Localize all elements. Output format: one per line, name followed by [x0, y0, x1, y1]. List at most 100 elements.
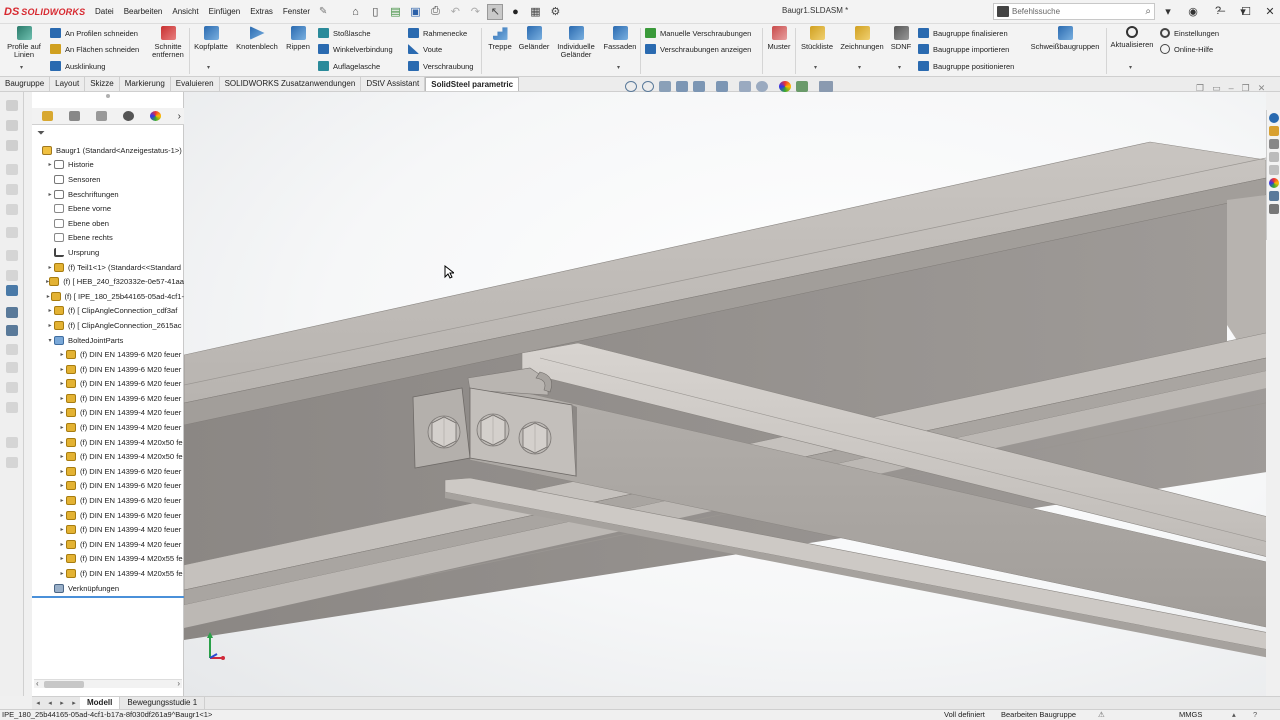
horizontal-scrollbar[interactable]: ‹ › [34, 679, 182, 688]
dynamic-annotation-icon[interactable] [693, 81, 705, 92]
tool-icon[interactable] [6, 382, 18, 393]
tool-icon[interactable] [6, 437, 18, 448]
print-icon[interactable]: ⎙ [427, 4, 443, 20]
view-palette-icon[interactable] [1269, 152, 1279, 162]
feature-manager-tab[interactable] [35, 109, 59, 124]
panel-grip[interactable] [106, 94, 110, 98]
weld-assemblies-button[interactable]: Schweißbaugruppen [1026, 26, 1104, 51]
appearances-icon[interactable] [1269, 165, 1279, 175]
angle-connection-button[interactable]: Winkelverbindung [318, 44, 393, 54]
help-circle-icon[interactable]: ? [1253, 710, 1257, 720]
scroll-left-icon[interactable]: ‹ [36, 679, 39, 688]
tree-item[interactable]: Ebene oben [32, 216, 184, 231]
tool-icon[interactable] [6, 285, 18, 296]
tree-item[interactable]: ▸ (f) [ ClipAngleConnection_2615ac [32, 318, 184, 333]
command-search[interactable]: Befehlssuche ⌕ [993, 3, 1155, 20]
tool-icon[interactable] [6, 307, 18, 318]
tree-item[interactable]: ▸ (f) DIN EN 14399-6 M20 feuer [32, 479, 184, 494]
remove-cuts-button[interactable]: Schnitte entfernen [148, 26, 188, 59]
tool-icon[interactable] [6, 204, 18, 215]
bolt-head[interactable] [427, 415, 461, 449]
tab-dstv-assistant[interactable]: DStV Assistant [361, 77, 426, 91]
expand-right-icon[interactable]: ▸ [58, 497, 66, 504]
scroll-thumb[interactable] [44, 681, 84, 688]
menu-tools[interactable]: Extras [245, 7, 278, 16]
tool-icon[interactable] [6, 184, 18, 195]
hide-show-items-icon[interactable] [756, 81, 768, 92]
tool-icon[interactable] [6, 325, 18, 336]
chevron-down-icon[interactable]: ▾ [898, 64, 901, 71]
parts-list-button[interactable]: Stückliste [798, 26, 836, 51]
view-settings-icon[interactable] [819, 81, 833, 92]
expand-right-icon[interactable]: ▸ [58, 526, 66, 533]
zoom-to-fit-icon[interactable] [625, 81, 637, 92]
bracing-button[interactable]: Verschraubung [408, 61, 473, 71]
minimize-icon[interactable]: – [1214, 2, 1230, 20]
section-view-icon[interactable] [676, 81, 688, 92]
expand-right-icon[interactable]: ▸ [58, 453, 66, 460]
railing-button[interactable]: Geländer [516, 26, 552, 51]
individual-railing-button[interactable]: Individuelle Geländer [553, 26, 599, 59]
tab-evaluate[interactable]: Evaluieren [171, 77, 220, 91]
status-units[interactable]: MMGS [1179, 710, 1202, 720]
tree-item[interactable]: Ebene vorne [32, 201, 184, 216]
online-help-button[interactable]: Online-Hilfe [1160, 44, 1213, 54]
new-document-icon[interactable]: ▯ [367, 4, 383, 20]
chevron-right-icon[interactable]: › [178, 111, 181, 122]
expand-right-icon[interactable]: ▸ [46, 161, 54, 168]
tree-item[interactable]: Baugr1 (Standard<Anzeigestatus-1>) [32, 143, 184, 158]
select-cursor-icon[interactable]: ↖ [487, 3, 504, 20]
expand-right-icon[interactable]: ▸ [46, 264, 54, 271]
expand-right-icon[interactable]: ▸ [46, 293, 51, 300]
cut-at-faces-button[interactable]: An Flächen schneiden [50, 44, 139, 54]
tab-nav-first-icon[interactable]: ◂ [32, 699, 44, 707]
tab-solidsteel-parametric[interactable]: SolidSteel parametric [425, 77, 520, 91]
tree-item[interactable]: ▸ (f) DIN EN 14399-6 M20 feuer [32, 464, 184, 479]
edit-appearance-icon[interactable] [779, 81, 791, 92]
home-icon[interactable]: ⌂ [347, 4, 363, 20]
traffic-light-icon[interactable]: ● [507, 4, 523, 20]
chevron-down-icon[interactable]: ▾ [207, 64, 210, 71]
gusset-button[interactable]: Knotenblech [235, 26, 279, 51]
tree-item[interactable]: ▸ (f) DIN EN 14399-4 M20 feuer [32, 522, 184, 537]
tab-nav-prev-icon[interactable]: ◂ [44, 699, 56, 707]
search-input[interactable]: Befehlssuche [1012, 7, 1145, 16]
tab-sketch[interactable]: Skizze [85, 77, 120, 91]
previous-view-icon[interactable] [659, 81, 671, 92]
appearance-scenes-icon[interactable] [1269, 178, 1279, 188]
tree-item[interactable]: ▸ Historie [32, 158, 184, 173]
tool-icon[interactable] [6, 250, 18, 261]
configuration-manager-tab[interactable] [89, 109, 113, 124]
expand-right-icon[interactable]: ▸ [46, 307, 54, 314]
menu-view[interactable]: Ansicht [167, 7, 203, 16]
filter-icon[interactable]: ⏷ [37, 128, 45, 139]
menu-edit[interactable]: Bearbeiten [119, 7, 168, 16]
expand-right-icon[interactable]: ▸ [46, 322, 54, 329]
menu-insert[interactable]: Einfügen [204, 7, 246, 16]
tool-icon[interactable] [6, 140, 18, 151]
ribs-button[interactable]: Rippen [283, 26, 313, 51]
haunch-button[interactable]: Voute [408, 44, 442, 54]
tab-layout[interactable]: Layout [50, 77, 86, 91]
bolt-head[interactable] [476, 413, 510, 447]
file-properties-icon[interactable]: ▦ [527, 4, 543, 20]
tree-item[interactable]: ▸ (f) DIN EN 14399-4 M20 feuer [32, 406, 184, 421]
tree-item[interactable]: Verknüpfungen [32, 581, 184, 596]
tree-item[interactable]: ▸ (f) DIN EN 14399-4 M20x50 fe [32, 449, 184, 464]
menu-file[interactable]: Datei [90, 7, 119, 16]
tool-icon[interactable] [6, 344, 18, 355]
chevron-down-icon[interactable]: ▾ [1160, 2, 1176, 20]
tree-item[interactable]: ▸ (f) DIN EN 14399-4 M20x55 fe [32, 552, 184, 567]
expand-right-icon[interactable]: ▸ [58, 424, 66, 431]
position-assembly-button[interactable]: Baugruppe positionieren [918, 61, 1014, 71]
drawings-button[interactable]: Zeichnungen [838, 26, 886, 51]
restore-viewport-icon[interactable]: ❐ [1196, 83, 1204, 94]
tree-item[interactable]: ▸ (f) Teil1<1> (Standard<<Standard [32, 260, 184, 275]
tree-item[interactable]: ▸ (f) DIN EN 14399-6 M20 feuer [32, 362, 184, 377]
expand-right-icon[interactable]: ▸ [58, 541, 66, 548]
end-plate-button[interactable]: Kopfplatte [191, 26, 231, 51]
tab-model[interactable]: Modell [80, 697, 121, 709]
tile-viewport-icon[interactable]: ▭ [1212, 83, 1221, 94]
tree-item[interactable]: ▸ (f) [ IPE_180_25b44165-05ad-4cf1- [32, 289, 184, 304]
expand-right-icon[interactable]: ▸ [58, 555, 66, 562]
